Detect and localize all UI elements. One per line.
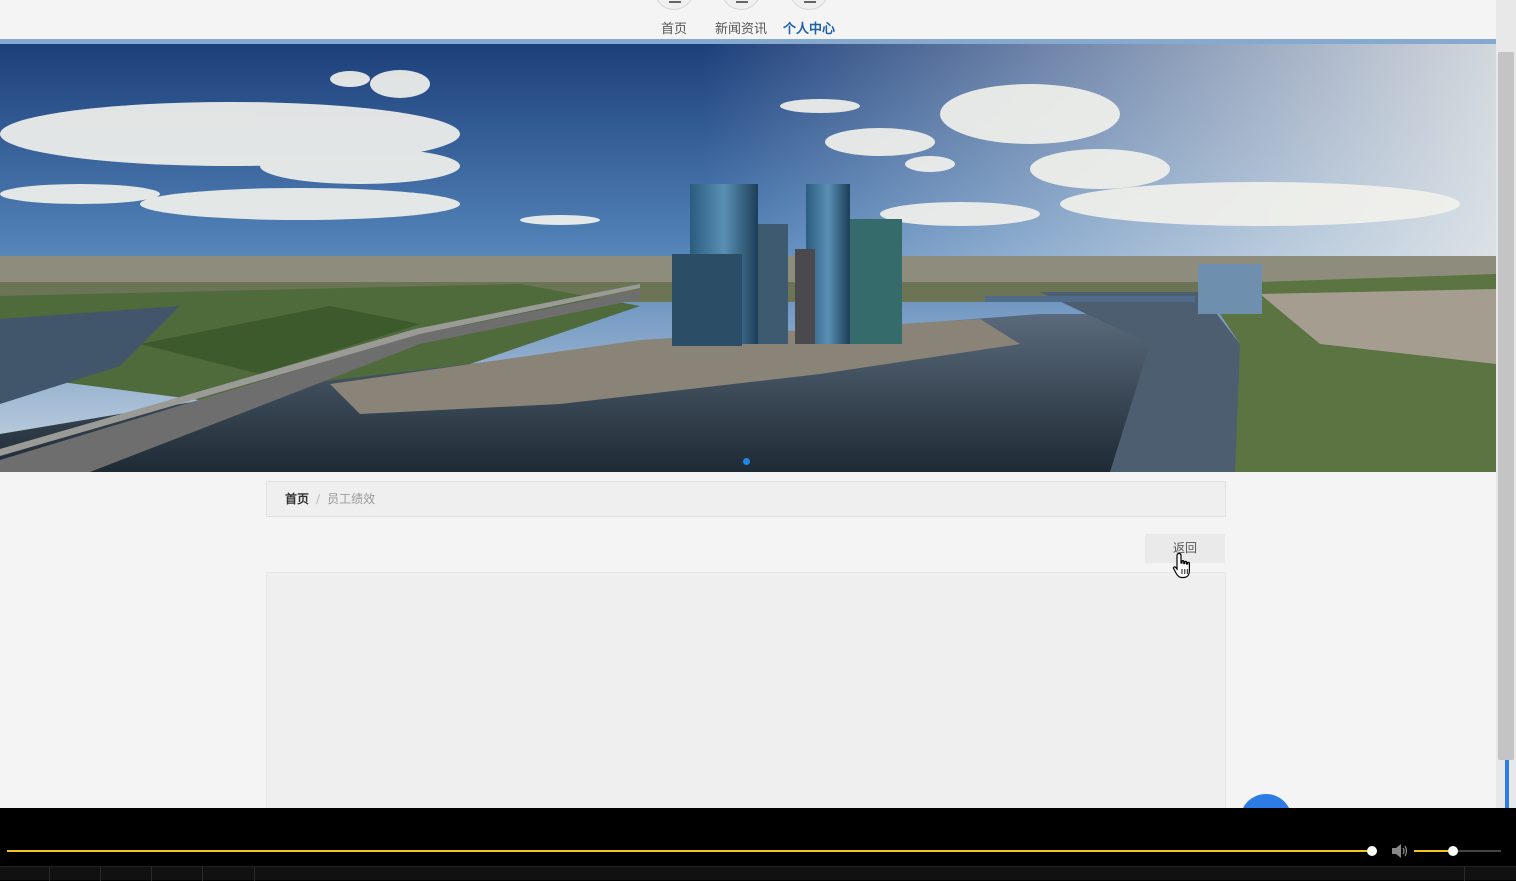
taskbar-segment[interactable] — [152, 867, 203, 881]
taskbar-strip — [0, 866, 1516, 881]
city-skyline-image — [0, 44, 1496, 472]
nav-item-home[interactable]: 首页 — [654, 0, 694, 39]
breadcrumb-home-link[interactable]: 首页 — [285, 492, 309, 506]
taskbar-segment[interactable] — [1464, 867, 1516, 881]
taskbar-segment[interactable] — [0, 867, 50, 881]
volume-knob[interactable] — [1448, 846, 1458, 856]
breadcrumb-current: 员工绩效 — [327, 492, 376, 506]
breadcrumb-separator: / — [316, 492, 321, 506]
progress-track[interactable] — [7, 850, 1372, 852]
nav-item-news[interactable]: 新闻资讯 — [712, 0, 770, 39]
taskbar-segment[interactable] — [203, 867, 255, 881]
news-icon — [721, 0, 761, 10]
media-player-bar — [0, 808, 1516, 881]
top-navigation: 首页 新闻资讯 个人中心 — [0, 0, 1496, 39]
scrollbar-thumb[interactable] — [1498, 52, 1514, 760]
nav-label-home: 首页 — [660, 22, 687, 37]
floating-action-button[interactable] — [1240, 794, 1292, 808]
vertical-scrollbar[interactable] — [1496, 0, 1516, 808]
nav-item-personal-center[interactable]: 个人中心 — [781, 0, 837, 39]
scrollbar-position-marker — [1505, 760, 1509, 808]
user-icon — [789, 0, 829, 10]
progress-knob[interactable] — [1367, 846, 1377, 856]
banner-carousel[interactable] — [0, 44, 1496, 472]
volume-icon[interactable] — [1391, 843, 1409, 859]
home-icon — [654, 0, 694, 10]
content-panel — [266, 572, 1226, 808]
carousel-indicator-dot[interactable] — [743, 458, 750, 465]
taskbar-segment[interactable] — [101, 867, 152, 881]
back-button[interactable]: 返回 — [1145, 534, 1225, 563]
browser-viewport: 首页 新闻资讯 个人中心 首页 / 员工绩效 返回 — [0, 0, 1496, 808]
volume-track[interactable] — [1453, 850, 1501, 852]
taskbar-segment[interactable] — [50, 867, 101, 881]
nav-label-personal-center: 个人中心 — [782, 22, 835, 37]
breadcrumb: 首页 / 员工绩效 — [266, 481, 1226, 517]
nav-label-news: 新闻资讯 — [714, 22, 767, 37]
